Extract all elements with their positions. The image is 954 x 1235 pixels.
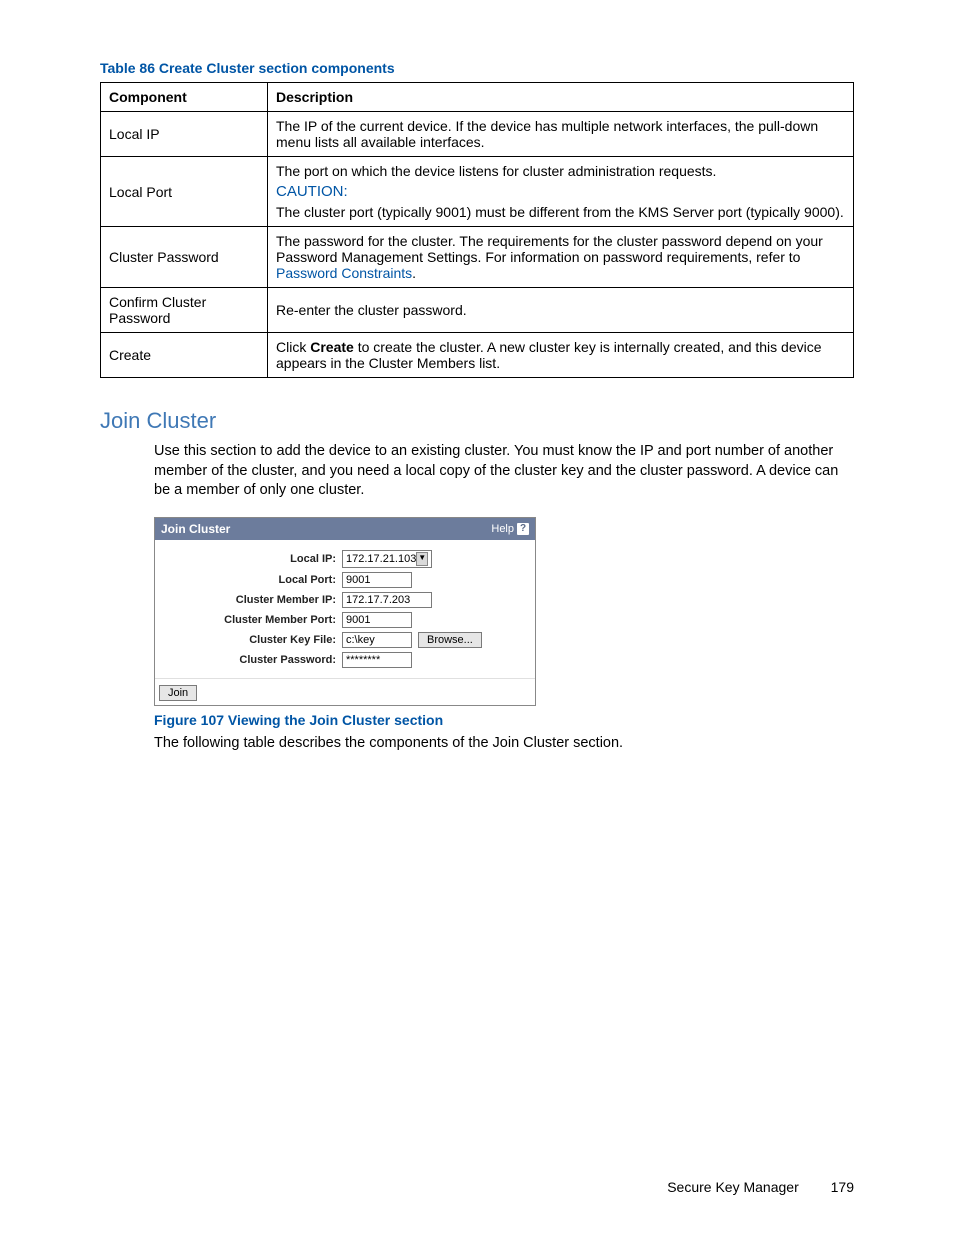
text: . [412, 265, 416, 281]
table-caption: Table 86 Create Cluster section componen… [100, 60, 854, 76]
table-row: Create Click Create to create the cluste… [101, 333, 854, 378]
help-icon: ? [517, 523, 529, 535]
caution-label: CAUTION: [276, 183, 845, 200]
label-cluster-password: Cluster Password: [161, 654, 342, 666]
panel-title: Join Cluster [161, 522, 230, 536]
local-ip-value: 172.17.21.103 [346, 553, 416, 565]
page-number: 179 [831, 1179, 854, 1195]
link-password-constraints[interactable]: Password Constraints [276, 265, 412, 281]
cell-component: Confirm Cluster Password [101, 288, 268, 333]
table-86: Component Description Local IP The IP of… [100, 82, 854, 378]
help-label: Help [491, 523, 514, 535]
cell-description: Click Create to create the cluster. A ne… [268, 333, 854, 378]
key-file-input[interactable]: c:\key [342, 632, 412, 648]
table-row: Local Port The port on which the device … [101, 157, 854, 227]
label-member-ip: Cluster Member IP: [161, 594, 342, 606]
chevron-down-icon: ▼ [416, 552, 428, 566]
local-port-input[interactable]: 9001 [342, 572, 412, 588]
table-row: Cluster Password The password for the cl… [101, 227, 854, 288]
cell-description: Re-enter the cluster password. [268, 288, 854, 333]
label-local-port: Local Port: [161, 574, 342, 586]
heading-join-cluster: Join Cluster [100, 408, 854, 434]
cell-description: The port on which the device listens for… [268, 157, 854, 227]
member-ip-input[interactable]: 172.17.7.203 [342, 592, 432, 608]
text: The port on which the device listens for… [276, 163, 716, 179]
bold-create: Create [310, 339, 354, 355]
text: Click [276, 339, 310, 355]
cell-component: Cluster Password [101, 227, 268, 288]
join-cluster-panel: Join Cluster Help ? Local IP: 172.17.21.… [154, 517, 536, 706]
member-port-input[interactable]: 9001 [342, 612, 412, 628]
th-component: Component [101, 83, 268, 112]
cell-component: Local Port [101, 157, 268, 227]
text: to create the cluster. A new cluster key… [276, 339, 822, 371]
cell-component: Create [101, 333, 268, 378]
label-member-port: Cluster Member Port: [161, 614, 342, 626]
panel-header: Join Cluster Help ? [155, 518, 535, 540]
help-link[interactable]: Help ? [491, 523, 529, 535]
join-button[interactable]: Join [159, 685, 197, 701]
table-row: Local IP The IP of the current device. I… [101, 112, 854, 157]
label-local-ip: Local IP: [161, 553, 342, 565]
browse-button[interactable]: Browse... [418, 632, 482, 648]
figure-caption: Figure 107 Viewing the Join Cluster sect… [154, 712, 854, 728]
th-description: Description [268, 83, 854, 112]
text: The password for the cluster. The requir… [276, 233, 823, 265]
cell-description: The IP of the current device. If the dev… [268, 112, 854, 157]
local-ip-select[interactable]: 172.17.21.103 ▼ [342, 550, 432, 568]
footer-product: Secure Key Manager [667, 1179, 799, 1195]
intro-paragraph: Use this section to add the device to an… [154, 442, 854, 501]
text: The cluster port (typically 9001) must b… [276, 204, 844, 220]
figure-join-cluster: Join Cluster Help ? Local IP: 172.17.21.… [154, 517, 854, 706]
cell-component: Local IP [101, 112, 268, 157]
cell-description: The password for the cluster. The requir… [268, 227, 854, 288]
page-footer: Secure Key Manager 179 [667, 1179, 854, 1195]
followup-paragraph: The following table describes the compon… [154, 734, 854, 754]
table-row: Confirm Cluster Password Re-enter the cl… [101, 288, 854, 333]
label-key-file: Cluster Key File: [161, 634, 342, 646]
cluster-password-input[interactable]: ******** [342, 652, 412, 668]
